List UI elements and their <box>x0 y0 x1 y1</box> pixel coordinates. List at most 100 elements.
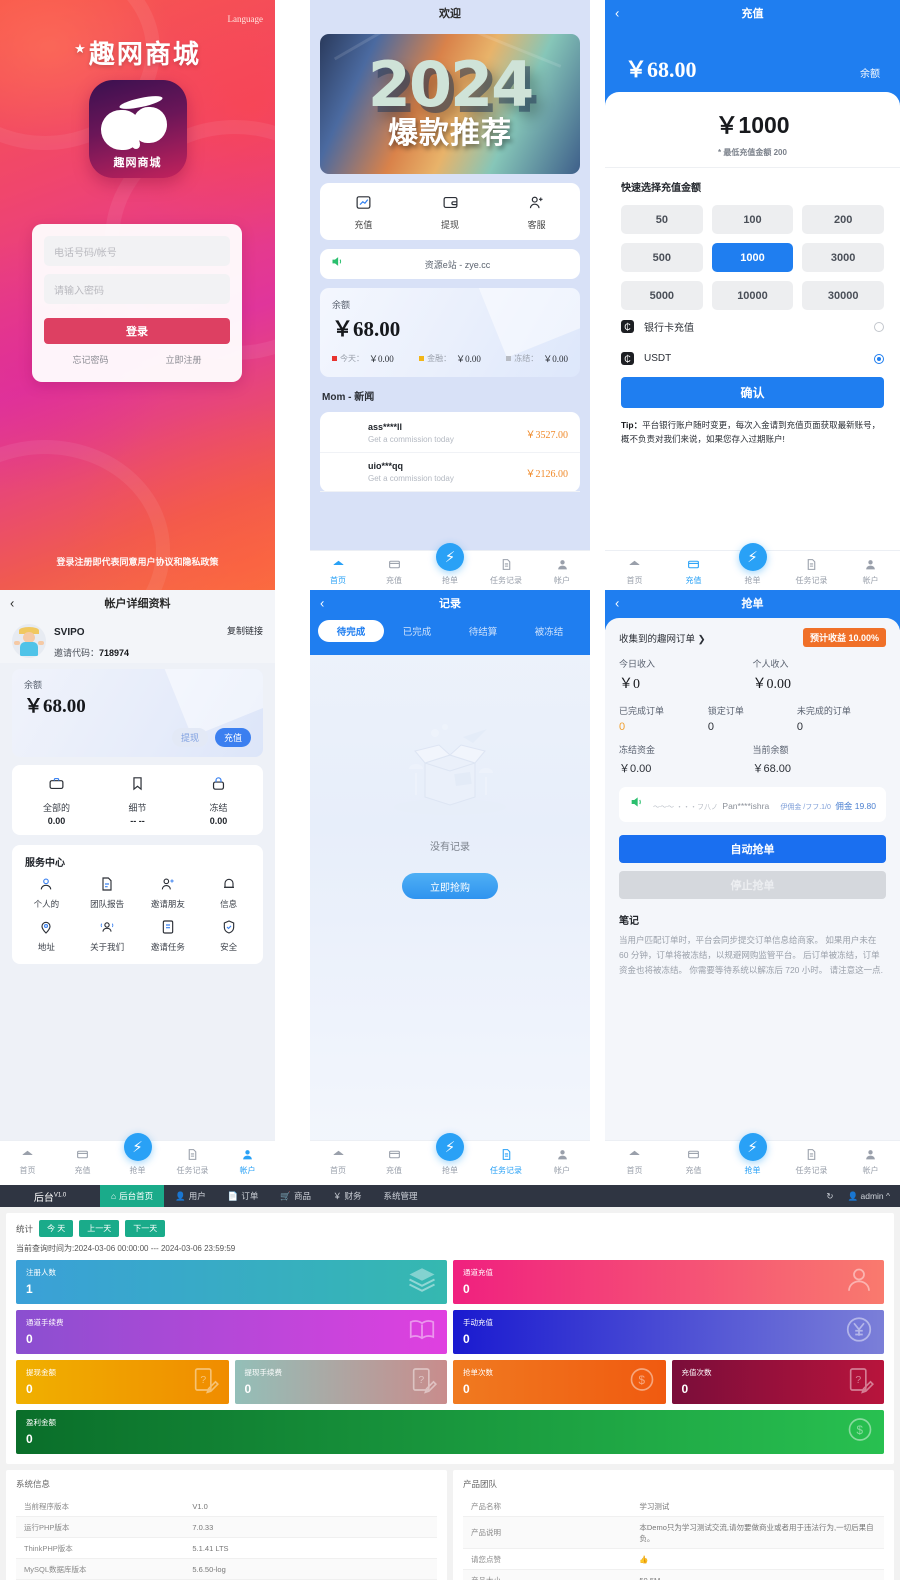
tab-grab[interactable]: ⚡ 抢单 <box>723 543 782 586</box>
tab-task-records[interactable]: 任务记录 <box>478 1148 534 1176</box>
kpi-registered-users[interactable]: 注册人数 1 <box>16 1260 447 1304</box>
back-icon[interactable]: ‹ <box>615 6 619 21</box>
tab-account[interactable]: 帐户 <box>534 558 590 586</box>
kpi-channel-recharge[interactable]: 通道充值 0 <box>453 1260 884 1304</box>
list-item[interactable]: uio***qq Get a commission today ￥2126.00 <box>320 453 580 492</box>
admin-nav-finance[interactable]: ￥ 财务 <box>322 1185 373 1207</box>
service-item-invite-task[interactable]: 邀请任务 <box>138 919 199 953</box>
tab-home[interactable]: 首页 <box>310 558 366 586</box>
refresh-icon[interactable]: ↻ <box>826 1191 833 1202</box>
admin-nav-users[interactable]: 👤 用户 <box>164 1185 217 1207</box>
recharge-button[interactable]: 充值 <box>214 728 251 747</box>
tab-frozen[interactable]: 被冻结 <box>516 620 582 642</box>
service-item-invite-friends[interactable]: 邀请朋友 <box>138 876 199 910</box>
admin-nav-system[interactable]: 系统管理 <box>373 1185 429 1207</box>
quick-action-recharge[interactable]: 充值 <box>320 194 407 231</box>
tab-account[interactable]: 帐户 <box>841 1148 900 1176</box>
stat-frozen[interactable]: 冻结 0.00 <box>178 775 259 826</box>
amount-option[interactable]: 10000 <box>711 281 794 310</box>
grab-now-button[interactable]: 立即抢购 <box>402 873 498 899</box>
list-item[interactable]: ass****ll Get a commission today ￥3527.0… <box>320 414 580 453</box>
radio-unselected[interactable] <box>874 321 884 332</box>
stat-next-day-button[interactable]: 下一天 <box>125 1220 166 1237</box>
tab-recharge[interactable]: 充值 <box>55 1148 110 1176</box>
pay-method-usdt[interactable]: ₵ USDT <box>605 343 900 374</box>
tab-completed[interactable]: 已完成 <box>384 620 450 642</box>
tab-task-records[interactable]: 任务记录 <box>478 558 534 586</box>
login-button[interactable]: 登录 <box>44 318 230 344</box>
promo-banner[interactable]: 2024 爆款推荐 <box>320 34 580 174</box>
radio-selected[interactable] <box>874 353 884 364</box>
amount-option[interactable]: 5000 <box>621 281 703 310</box>
amount-option[interactable]: 200 <box>802 205 884 234</box>
lightning-icon[interactable]: ⚡ <box>738 543 767 571</box>
tab-account[interactable]: 帐户 <box>534 1148 590 1176</box>
amount-option[interactable]: 3000 <box>802 243 884 272</box>
tab-settling[interactable]: 待结算 <box>450 620 516 642</box>
tab-pending[interactable]: 待完成 <box>318 620 384 642</box>
tab-recharge[interactable]: 充值 <box>664 1148 723 1176</box>
tab-grab[interactable]: ⚡ 抢单 <box>422 1133 478 1176</box>
tab-account[interactable]: 帐户 <box>841 558 900 586</box>
stop-grab-button[interactable]: 停止抢单 <box>619 871 886 899</box>
tab-grab[interactable]: ⚡ 抢单 <box>110 1133 165 1176</box>
lightning-icon[interactable]: ⚡ <box>436 543 464 571</box>
language-link[interactable]: Language <box>228 14 263 24</box>
tab-home[interactable]: 首页 <box>0 1148 55 1176</box>
entered-amount[interactable]: ￥1000 <box>605 106 900 140</box>
admin-user-menu[interactable]: 👤 admin ^ <box>848 1191 890 1202</box>
register-link[interactable]: 立即注册 <box>165 353 201 366</box>
withdraw-button[interactable]: 提现 <box>171 728 208 747</box>
kpi-withdraw-fee[interactable]: 提现手续费 0 ? <box>234 1360 447 1404</box>
stat-all[interactable]: 全部的 0.00 <box>16 775 97 826</box>
password-input[interactable]: 请输入密码 <box>44 274 230 304</box>
tab-recharge[interactable]: 充值 <box>366 558 422 586</box>
tab-task-records[interactable]: 任务记录 <box>782 1148 841 1176</box>
tab-task-records[interactable]: 任务记录 <box>782 558 841 586</box>
tab-account[interactable]: 帐户 <box>220 1148 275 1176</box>
amount-option[interactable]: 30000 <box>802 281 884 310</box>
back-icon[interactable]: ‹ <box>320 596 324 611</box>
tab-recharge[interactable]: 充值 <box>366 1148 422 1176</box>
pay-method-bank[interactable]: ₵ 银行卡充值 <box>605 310 900 343</box>
admin-nav-products[interactable]: 🛒 商品 <box>269 1185 322 1207</box>
phone-input[interactable]: 电话号码/帐号 <box>44 236 230 266</box>
tab-grab[interactable]: ⚡ 抢单 <box>422 543 478 586</box>
kpi-channel-fee[interactable]: 通道手续费 0 <box>16 1310 447 1354</box>
amount-option-selected[interactable]: 1000 <box>711 243 794 272</box>
avatar[interactable] <box>12 624 46 658</box>
stat-detail[interactable]: 细节 -- -- <box>97 775 178 826</box>
tab-home[interactable]: 首页 <box>605 558 664 586</box>
lightning-icon[interactable]: ⚡ <box>436 1133 464 1161</box>
service-item-address[interactable]: 地址 <box>16 919 77 953</box>
auto-grab-button[interactable]: 自动抢单 <box>619 835 886 863</box>
stat-prev-day-button[interactable]: 上一天 <box>79 1220 120 1237</box>
amount-option[interactable]: 50 <box>621 205 703 234</box>
tab-home[interactable]: 首页 <box>310 1148 366 1176</box>
service-item-security[interactable]: 安全 <box>198 919 259 953</box>
thumbs-up-icon[interactable]: 👍 <box>639 1555 648 1564</box>
lightning-icon[interactable]: ⚡ <box>123 1133 152 1161</box>
collected-orders-link[interactable]: 收集到的趣网订单 ❯ <box>619 631 706 645</box>
service-item-team-report[interactable]: 团队报告 <box>77 876 138 910</box>
admin-nav-home[interactable]: ⌂ 后台首页 <box>100 1185 165 1207</box>
kpi-manual-recharge[interactable]: 手动充值 0 <box>453 1310 884 1354</box>
service-item-about-us[interactable]: 关于我们 <box>77 919 138 953</box>
amount-option[interactable]: 100 <box>711 205 794 234</box>
kpi-profit-amount[interactable]: 盈利金额 0 $ <box>16 1410 884 1454</box>
tab-task-records[interactable]: 任务记录 <box>165 1148 220 1176</box>
copy-link-button[interactable]: 复制链接 <box>227 624 263 637</box>
kpi-withdraw-amount[interactable]: 提现金额 0 ? <box>16 1360 229 1404</box>
admin-nav-orders[interactable]: 📄 订单 <box>217 1185 270 1207</box>
quick-action-support[interactable]: 客服 <box>493 194 580 231</box>
lightning-icon[interactable]: ⚡ <box>738 1133 767 1161</box>
amount-option[interactable]: 500 <box>621 243 703 272</box>
notice-bar[interactable]: 资源e站 - zye.cc <box>320 249 580 279</box>
service-item-messages[interactable]: 信息 <box>198 876 259 910</box>
kpi-grab-count[interactable]: 抢单次数 0 $ <box>453 1360 666 1404</box>
confirm-button[interactable]: 确认 <box>621 377 884 408</box>
quick-action-withdraw[interactable]: 提现 <box>407 194 494 231</box>
tab-home[interactable]: 首页 <box>605 1148 664 1176</box>
kpi-recharge-count[interactable]: 充值次数 0 ? <box>671 1360 884 1404</box>
service-item-personal[interactable]: 个人的 <box>16 876 77 910</box>
